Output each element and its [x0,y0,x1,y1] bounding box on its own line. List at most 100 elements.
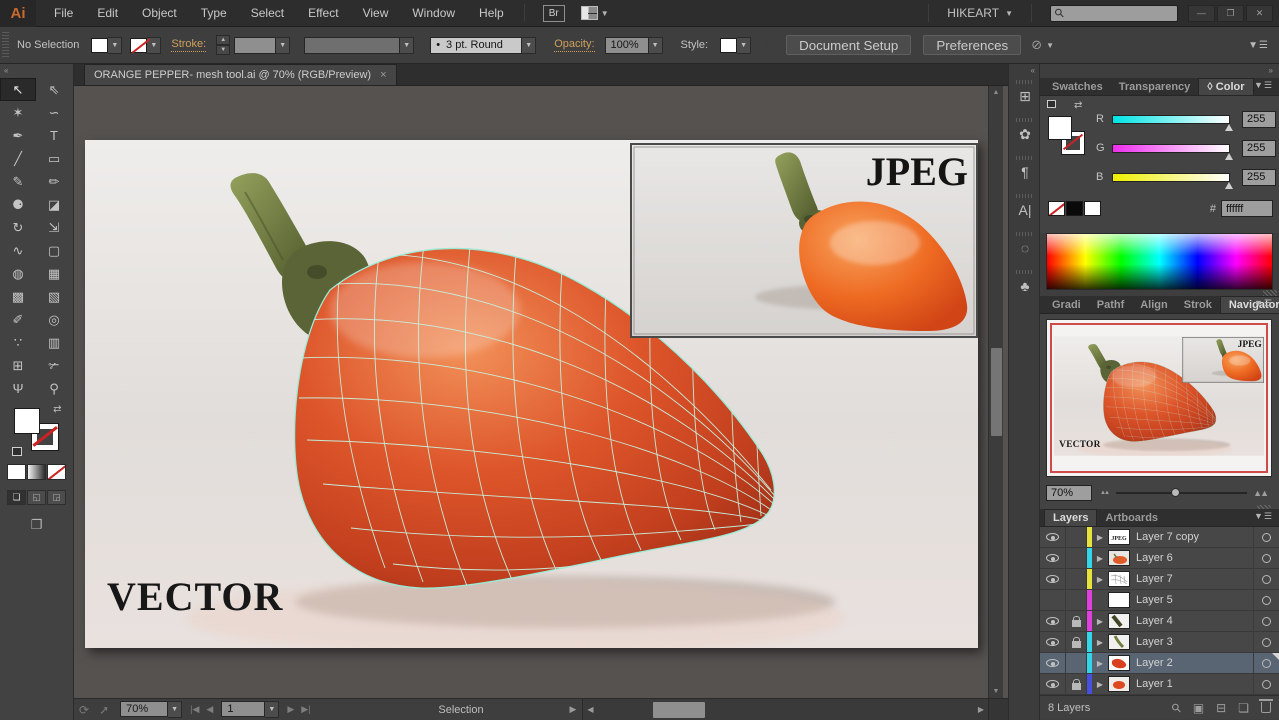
search-box[interactable]: ⚲ [1050,5,1178,22]
visibility-cell[interactable] [1040,653,1066,673]
new-sublayer-icon[interactable]: ⊟ [1216,701,1226,715]
layer-thumbnail[interactable] [1108,655,1130,671]
expand-arrow-icon[interactable]: ▶ [1092,575,1108,584]
color-spectrum[interactable] [1046,233,1273,290]
document-tab[interactable]: ORANGE PEPPER- mesh tool.ai @ 70% (RGB/P… [84,64,397,85]
layer-name[interactable]: Layer 4 [1136,615,1253,627]
color-button[interactable] [7,464,26,480]
symbol-sprayer-tool[interactable]: ∵ [0,331,36,354]
search-input[interactable] [1064,7,1164,19]
layer-row-layer-7-copy[interactable]: ▶JPEGLayer 7 copy [1040,527,1279,548]
panel-grip[interactable] [2,32,9,58]
menu-select[interactable]: Select [239,0,296,27]
stroke-weight-dropdown[interactable]: ▼ [234,37,290,54]
delete-layer-icon[interactable] [1261,702,1271,713]
brushes-panel-icon[interactable]: ✿ [1009,116,1041,154]
step-down-icon[interactable]: ▼ [216,45,230,55]
layer-thumbnail[interactable] [1108,613,1130,629]
fill-proxy[interactable] [1048,116,1072,140]
fill-color-dropdown[interactable]: ▼ [91,37,122,54]
channel-slider-b[interactable] [1112,173,1230,182]
layer-name[interactable]: Layer 7 [1136,573,1253,585]
horizontal-scroll-thumb[interactable] [653,702,705,718]
document-setup-button[interactable]: Document Setup [786,35,911,55]
hex-value-field[interactable]: ffffff [1221,200,1273,217]
artboard[interactable] [85,140,978,648]
artboards-panel-icon[interactable]: ⊞ [1009,78,1041,116]
expand-arrow-icon[interactable]: ▶ [1092,617,1108,626]
menu-type[interactable]: Type [189,0,239,27]
draw-behind-button[interactable]: ◱ [27,490,46,505]
style-dropdown[interactable]: ▼ [720,37,751,54]
eraser-tool[interactable]: ◪ [36,193,72,216]
dock-collapse-icon[interactable]: « [1009,64,1039,78]
layer-row-layer-6[interactable]: ▶Layer 6 [1040,548,1279,569]
expand-arrow-icon[interactable]: ▶ [1092,533,1108,542]
visibility-cell[interactable] [1040,569,1066,589]
rotate-tool[interactable]: ↻ [0,216,36,239]
scroll-left-icon[interactable]: ◀ [583,699,597,720]
bridge-button[interactable]: Br [543,5,565,22]
color-fill-stroke-proxy[interactable]: ⇄ [1048,106,1088,152]
zoom-tool[interactable]: ⚲ [36,377,72,400]
menu-help[interactable]: Help [467,0,516,27]
mesh-tool[interactable]: ▩ [0,285,36,308]
slider-thumb-icon[interactable] [1225,124,1233,131]
blob-brush-tool[interactable]: ⚈ [0,193,36,216]
layer-name[interactable]: Layer 5 [1136,594,1253,606]
artboard-number-dropdown[interactable]: 1 ▼ [221,701,279,718]
share-icon[interactable]: ➚ [99,703,109,717]
layer-thumbnail[interactable] [1108,592,1130,608]
direct-selection-tool[interactable]: ⇖ [36,78,72,101]
layer-row-layer-4[interactable]: ▶ Layer 4 [1040,611,1279,632]
chevron-down-icon[interactable]: ▼ [1046,41,1054,50]
draw-normal-button[interactable]: ❏ [7,490,26,505]
type-tool[interactable]: T [36,124,72,147]
toolbar-collapse-icon[interactable]: « [0,64,73,78]
horizontal-scrollbar[interactable]: ◀ ▶ [582,699,988,720]
panel-menu-icon[interactable]: ▼☰ [1248,40,1269,51]
hand-tool[interactable]: Ψ [0,377,36,400]
panel-menu-icon[interactable]: ▼☰ [1254,511,1273,522]
stroke-link[interactable]: Stroke: [171,38,206,52]
expand-arrow-icon[interactable]: ▶ [1092,659,1108,668]
target-cell[interactable] [1253,674,1279,694]
target-cell[interactable] [1253,527,1279,547]
menu-effect[interactable]: Effect [296,0,350,27]
layer-row-layer-7[interactable]: ▶ Layer 7 [1040,569,1279,590]
menu-view[interactable]: View [351,0,401,27]
blend-tool[interactable]: ◎ [36,308,72,331]
status-popup-icon[interactable]: ▶ [570,704,577,715]
slider-thumb[interactable] [1171,488,1180,497]
scale-tool[interactable]: ⇲ [36,216,72,239]
next-artboard-icon[interactable]: ▶ [287,704,294,715]
previous-artboard-icon[interactable]: ◀ [206,704,213,715]
layer-row-layer-1[interactable]: ▶Layer 1 [1040,674,1279,695]
zoom-in-icon[interactable]: ▲▲ [1253,488,1267,498]
navigator-proxy-view[interactable] [1050,323,1268,473]
slider-thumb-icon[interactable] [1225,182,1233,189]
free-transform-tool[interactable]: ▢ [36,239,72,262]
layer-row-layer-5[interactable]: Layer 5 [1040,590,1279,611]
gradient-tool[interactable]: ▧ [36,285,72,308]
slice-tool[interactable]: ✃ [36,354,72,377]
zoom-dropdown[interactable]: 70% ▼ [120,701,182,718]
close-icon[interactable]: × [380,69,386,81]
layer-thumbnail[interactable] [1108,676,1130,692]
visibility-cell[interactable] [1040,590,1066,610]
tab-layers[interactable]: Layers [1044,509,1097,526]
pencil-tool[interactable]: ✏ [36,170,72,193]
lock-cell[interactable] [1066,674,1087,694]
lock-cell[interactable] [1066,632,1087,652]
stroke-panel-icon[interactable]: ◌ [1009,230,1041,268]
eyedropper-tool[interactable]: ✐ [0,308,36,331]
tab-transparency[interactable]: Transparency [1111,78,1199,95]
expand-arrow-icon[interactable]: ▶ [1092,638,1108,647]
visibility-cell[interactable] [1040,527,1066,547]
visibility-cell[interactable] [1040,632,1066,652]
layer-row-layer-2[interactable]: ▶Layer 2 [1040,653,1279,674]
channel-value-r[interactable]: 255 [1242,111,1276,128]
default-fill-stroke-icon[interactable] [12,447,22,456]
perspective-grid-tool[interactable]: ▦ [36,262,72,285]
lock-cell[interactable] [1066,611,1087,631]
